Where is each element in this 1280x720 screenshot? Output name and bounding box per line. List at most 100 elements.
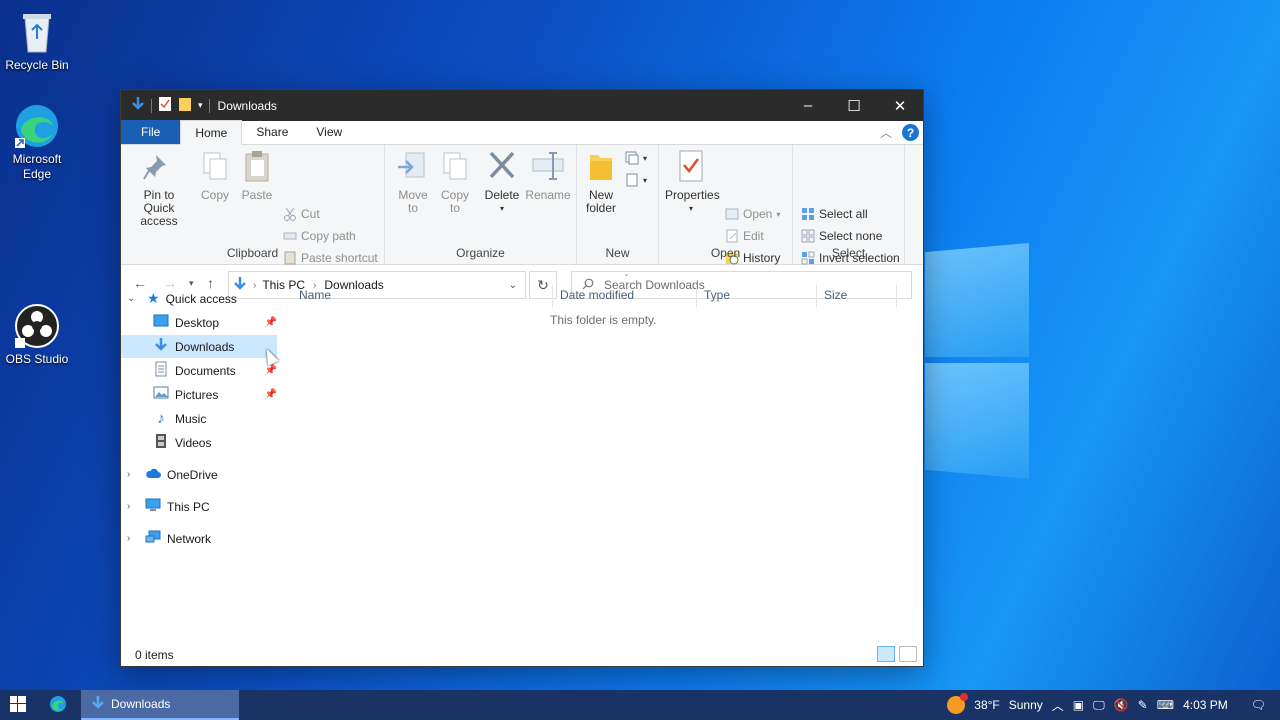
expand-chevron-icon[interactable]: ›: [127, 501, 130, 512]
windows-start-icon: [10, 695, 26, 715]
large-icons-view-icon[interactable]: [899, 646, 917, 662]
open-group: Properties ▾ Open ▾ Edit History Open: [659, 145, 793, 265]
edit-button[interactable]: Edit: [725, 227, 764, 245]
meet-now-icon[interactable]: ▣: [1073, 698, 1084, 712]
nav-item-music[interactable]: ♪ Music: [121, 407, 277, 430]
nav-item-videos[interactable]: Videos: [121, 431, 277, 454]
recycle-bin-icon: [13, 8, 61, 56]
copy-to-button[interactable]: Copy to: [435, 149, 475, 215]
column-header-name[interactable]: Name: [299, 283, 331, 307]
easy-access-button[interactable]: ▾: [625, 171, 647, 189]
nav-this-pc[interactable]: › This PC: [121, 495, 293, 518]
column-header-type[interactable]: Type: [704, 283, 730, 307]
copy-button[interactable]: Copy: [197, 149, 233, 202]
show-hidden-icons-chevron-icon[interactable]: ︿: [1052, 697, 1064, 714]
new-folder-button[interactable]: New folder: [581, 149, 621, 215]
close-button[interactable]: ✕: [877, 90, 923, 121]
delete-x-icon: [485, 149, 519, 183]
copy-to-icon: [438, 149, 472, 183]
taskbar-edge-button[interactable]: [36, 690, 80, 720]
desktop-icon-microsoft-edge[interactable]: Microsoft Edge: [0, 102, 74, 182]
desktop-icon-label: Recycle Bin: [5, 58, 69, 72]
copy-path-button[interactable]: Copy path: [283, 227, 356, 245]
expand-chevron-icon[interactable]: ›: [127, 469, 130, 480]
select-group-label: Select: [831, 246, 866, 260]
new-folder-icon[interactable]: [178, 96, 192, 115]
nav-item-downloads[interactable]: Downloads: [121, 335, 277, 358]
downloads-folder-icon: [153, 337, 169, 356]
properties-button[interactable]: Properties ▾: [665, 149, 720, 215]
nav-item-pictures[interactable]: Pictures 📌: [121, 383, 277, 406]
weather-temperature[interactable]: 38°F: [974, 698, 999, 712]
minimize-button[interactable]: –: [785, 90, 831, 121]
select-all-button[interactable]: Select all: [801, 205, 868, 223]
rename-button[interactable]: Rename: [525, 149, 571, 202]
nav-network[interactable]: › Network: [121, 527, 293, 550]
customize-toolbar-icon[interactable]: ▾: [198, 100, 203, 111]
delete-button[interactable]: Delete ▾: [481, 149, 523, 215]
nav-quick-access[interactable]: ⌄ ★ Quick access: [121, 287, 293, 310]
folder-icon: [584, 149, 618, 183]
volume-muted-icon[interactable]: 🔇: [1114, 698, 1129, 712]
copy-path-icon: [283, 229, 297, 243]
weather-sun-icon[interactable]: [947, 693, 969, 714]
pin-to-quick-access-button[interactable]: Pin to Quick access: [127, 149, 191, 228]
documents-folder-icon: [153, 361, 169, 380]
move-to-button[interactable]: Move to: [393, 149, 433, 215]
action-center-icon[interactable]: 🗨: [1251, 698, 1266, 712]
ribbon: Pin to Quick access Copy Paste Cut Copy …: [121, 145, 923, 265]
expand-chevron-icon[interactable]: ⌄: [127, 293, 135, 304]
pin-icon: [142, 149, 176, 183]
open-button[interactable]: Open ▾: [725, 205, 780, 223]
pin-icon[interactable]: 📌: [265, 365, 277, 376]
open-group-label: Open: [710, 246, 741, 260]
pen-icon[interactable]: ✎: [1138, 698, 1148, 712]
computer-icon: [145, 498, 161, 515]
expand-chevron-icon[interactable]: ›: [127, 533, 130, 544]
rename-icon: [531, 149, 565, 183]
cut-button[interactable]: Cut: [283, 205, 320, 223]
maximize-button[interactable]: ☐: [831, 90, 877, 121]
tab-home[interactable]: Home: [180, 120, 243, 145]
cloud-icon: [145, 467, 161, 482]
windows-logo-wallpaper: [925, 243, 1029, 479]
pin-icon[interactable]: 📌: [265, 317, 277, 328]
select-all-icon: [801, 207, 815, 221]
desktop-icon-obs-studio[interactable]: OBS Studio: [0, 302, 74, 367]
keyboard-icon[interactable]: ⌨: [1157, 698, 1174, 712]
properties-icon[interactable]: [158, 96, 172, 115]
tab-file[interactable]: File: [121, 120, 181, 144]
empty-folder-message: This folder is empty.: [550, 313, 657, 327]
start-button[interactable]: [0, 690, 36, 720]
pin-icon[interactable]: 📌: [265, 389, 277, 400]
new-group-label: New: [605, 246, 630, 260]
ribbon-tabs: File Home Share View ︿ ?: [121, 120, 923, 145]
column-header-size[interactable]: Size: [824, 283, 847, 307]
videos-film-icon: [153, 433, 169, 452]
collapse-ribbon-icon[interactable]: ︿: [880, 124, 892, 141]
new-item-button[interactable]: ▾: [625, 149, 647, 167]
clock-time[interactable]: 4:03 PM: [1183, 698, 1228, 712]
clipboard-group-label: Clipboard: [226, 246, 279, 260]
nav-onedrive[interactable]: › OneDrive: [121, 463, 293, 486]
music-note-icon: ♪: [157, 410, 165, 427]
nav-item-desktop[interactable]: Desktop 📌: [121, 311, 277, 334]
taskbar-file-explorer-downloads[interactable]: Downloads: [81, 690, 239, 720]
scissors-icon: [283, 207, 297, 221]
tab-share[interactable]: Share: [242, 120, 302, 144]
select-none-button[interactable]: Select none: [801, 227, 882, 245]
nav-item-documents[interactable]: Documents 📌: [121, 359, 277, 382]
network-icon: [145, 530, 161, 547]
help-icon[interactable]: ?: [902, 124, 919, 141]
column-header-date-modified[interactable]: Date modified: [560, 283, 634, 307]
paste-button[interactable]: Paste: [239, 149, 275, 202]
weather-condition[interactable]: Sunny: [1009, 698, 1043, 712]
network-tray-icon[interactable]: 🖵: [1093, 698, 1105, 713]
tab-view[interactable]: View: [302, 120, 356, 144]
desktop-folder-icon: [153, 314, 169, 331]
title-bar[interactable]: ▾ Downloads – ☐ ✕: [121, 90, 923, 121]
details-view-icon[interactable]: [877, 646, 895, 662]
file-list[interactable]: ⌄ Name Date modified Type Size This fold…: [297, 269, 923, 644]
open-icon: [725, 207, 739, 221]
desktop-icon-recycle-bin[interactable]: Recycle Bin: [0, 8, 74, 73]
